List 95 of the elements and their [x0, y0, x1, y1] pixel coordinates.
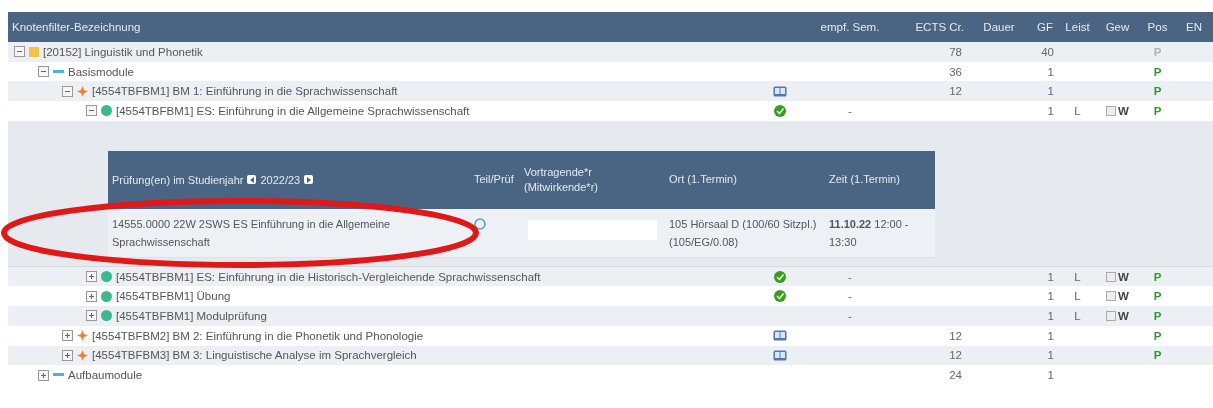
expand-toggle[interactable] — [86, 310, 97, 322]
table-cell: W — [1118, 309, 1129, 322]
table-cell-text: P — [1152, 349, 1163, 362]
table-cell-text: P — [1152, 329, 1163, 342]
table-cell: 105 Hörsaal D (100/60 Sitzpl.) (105/EG/0.08) — [665, 208, 825, 258]
info-icon[interactable] — [474, 217, 486, 230]
next-year-button[interactable] — [304, 175, 314, 185]
table-cell-text: 1 — [1046, 349, 1055, 362]
checkbox[interactable] — [1106, 310, 1117, 321]
table-cell-text: 1 — [1046, 85, 1055, 98]
book-icon[interactable] — [773, 85, 787, 97]
table-cell: 11.10.22 12:00 - 13:30 — [825, 208, 935, 258]
dash-icon — [53, 373, 64, 378]
table-cell-text: - — [847, 104, 853, 117]
book-icon[interactable] — [773, 349, 787, 361]
table-cell: W — [1118, 104, 1129, 117]
column-header[interactable]: Knotenfilter-Bezeichnung — [8, 21, 760, 33]
expand-toggle[interactable] — [86, 290, 97, 302]
tree-node-label[interactable]: [4554TBFBM1] ES: Einführung in die Historisch-Vergleichende Sprachwissenschaft — [116, 270, 541, 283]
tree-node-label[interactable]: Aufbaumodule — [68, 369, 143, 382]
tree-node-label[interactable]: [4554TBFBM1] ES: Einführung in die Allgemeine Sprachwissenschaft — [116, 104, 470, 117]
tree-node-label[interactable]: [4554TBFBM1] Übung — [116, 290, 231, 303]
cross-icon — [77, 330, 88, 342]
column-header[interactable]: empf. Sem. — [800, 21, 900, 33]
table-cell-text: 1 — [1046, 369, 1055, 382]
collapse-toggle[interactable] — [14, 46, 25, 58]
cross-icon — [77, 85, 88, 97]
table-cell-text: 1 — [1046, 329, 1055, 342]
table-cell-text: 1 — [1046, 290, 1055, 303]
table-cell-text: 40 — [1040, 45, 1055, 58]
dot-icon — [101, 310, 112, 322]
table-cell-text: 12 — [948, 349, 963, 362]
table-cell-text: 1 — [1046, 309, 1055, 322]
table-cell-text: P — [1152, 45, 1163, 58]
column-header[interactable]: EN — [1175, 21, 1213, 33]
collapse-toggle[interactable] — [38, 66, 49, 78]
table-cell-text: L — [1073, 309, 1082, 322]
tree-node-label[interactable]: [4554TBFBM2] BM 2: Einführung in die Phonetik und Phonologie — [92, 329, 424, 342]
column-header[interactable]: Gew — [1095, 21, 1140, 33]
table-cell-text: 12 — [948, 329, 963, 342]
table-cell-text: - — [847, 290, 853, 303]
table-cell-text: 1 — [1046, 270, 1055, 283]
tree-node-label[interactable]: Basismodule — [68, 65, 134, 78]
column-header-text: Prüfung(en) im Studienjahr — [112, 173, 244, 186]
year-label: 2022/23 — [260, 173, 301, 186]
table-cell: W — [1118, 290, 1129, 303]
expand-toggle[interactable] — [62, 330, 73, 342]
dash-icon — [53, 69, 64, 74]
tree-node-label[interactable]: [20152] Linguistik und Phonetik — [43, 45, 203, 58]
tree-node-label[interactable]: [4554TBFBM3] BM 3: Linguistische Analyse im Sprachvergleich — [92, 349, 417, 362]
column-header: Zeit (1.Termin) — [825, 150, 935, 209]
table-cell-text: - — [847, 270, 853, 283]
table-cell-text: 24 — [948, 369, 963, 382]
column-header[interactable]: Leist — [1060, 21, 1095, 33]
column-header[interactable]: ECTS Cr. — [900, 21, 968, 33]
previous-year-button[interactable] — [247, 175, 257, 185]
tree-node-label[interactable]: [4554TBFBM1] BM 1: Einführung in die Sprachwissenschaft — [92, 85, 398, 98]
table-cell-text: L — [1073, 290, 1082, 303]
table-cell-text: 1 — [1046, 65, 1055, 78]
folder-square-icon — [29, 46, 39, 57]
table-cell-text: P — [1152, 104, 1163, 117]
table-cell-text: P — [1152, 270, 1163, 283]
cross-icon — [77, 349, 88, 361]
expand-toggle[interactable] — [86, 271, 97, 283]
table-cell-text: - — [847, 309, 853, 322]
checkbox[interactable] — [1106, 105, 1117, 116]
table-cell-text: P — [1152, 85, 1163, 98]
table-cell-text: L — [1073, 270, 1082, 283]
expand-toggle[interactable] — [62, 349, 73, 361]
table-cell: W — [1118, 270, 1129, 283]
column-header[interactable]: Dauer — [968, 21, 1030, 33]
tree-node-label[interactable]: [4554TBFBM1] Modulprüfung — [116, 309, 267, 322]
book-icon[interactable] — [773, 330, 787, 342]
dot-icon — [101, 271, 112, 283]
collapse-toggle[interactable] — [86, 105, 97, 117]
expand-toggle[interactable] — [38, 369, 49, 381]
checkbox[interactable] — [1106, 291, 1117, 302]
collapse-toggle[interactable] — [62, 85, 73, 97]
table-cell-text: 78 — [948, 45, 963, 58]
table-cell-text: P — [1152, 290, 1163, 303]
column-header[interactable]: GF — [1030, 21, 1060, 33]
dot-icon — [101, 105, 112, 117]
course-title: 14555.0000 22W 2SWS ES Einführung in die Allgemeine Sprachwissenschaft — [108, 208, 470, 258]
table-cell-text: P — [1152, 65, 1163, 78]
column-header: Ort (1.Termin) — [665, 150, 825, 209]
table-cell-text: P — [1152, 309, 1163, 322]
checkbox[interactable] — [1106, 271, 1117, 282]
column-header: Teil/Prüf — [470, 150, 520, 209]
table-cell-text: 36 — [948, 65, 963, 78]
table-cell-text: L — [1073, 104, 1082, 117]
column-header: Vortragende*r (Mitwirkende*r) — [520, 150, 665, 209]
column-header[interactable]: Pos — [1140, 21, 1175, 33]
table-cell-text: 1 — [1046, 104, 1055, 117]
table-cell-text: 12 — [948, 85, 963, 98]
dot-icon — [101, 290, 112, 302]
